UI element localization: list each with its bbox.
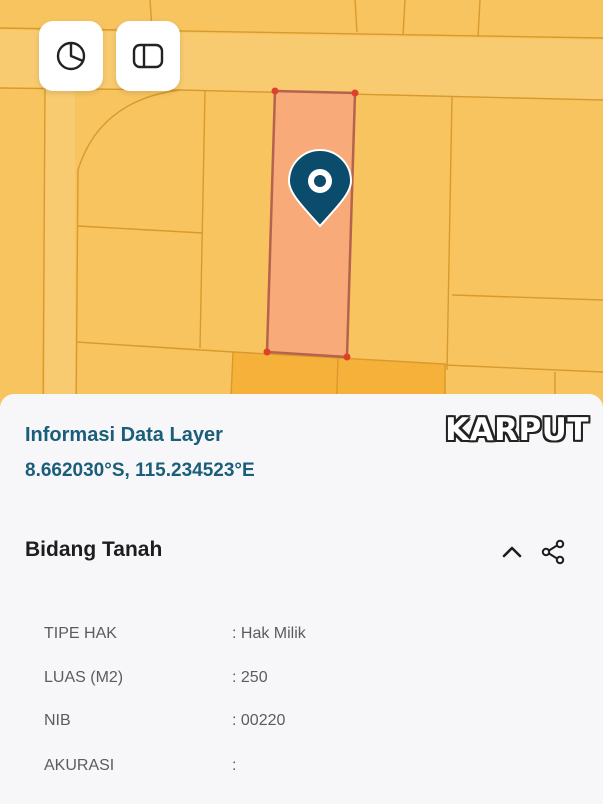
attribute-label: AKURASI	[44, 757, 115, 774]
map-view[interactable]	[0, 0, 603, 420]
collapse-button[interactable]	[497, 537, 527, 567]
attribute-label: TIPE HAK	[44, 625, 117, 642]
coordinates-text: 8.662030°S, 115.234523°E	[25, 460, 255, 481]
share-icon	[541, 539, 565, 565]
chart-pie-icon	[56, 41, 86, 71]
attribute-row: AKURASI:	[44, 757, 236, 775]
selected-parcel[interactable]	[265, 89, 357, 359]
panel-toggle-button[interactable]	[116, 21, 180, 91]
info-title: Informasi Data Layer	[25, 424, 223, 446]
section-title: Bidang Tanah	[25, 538, 163, 561]
info-sheet: Informasi Data Layer 8.662030°S, 115.234…	[0, 394, 603, 804]
statistics-button[interactable]	[39, 21, 103, 91]
panel-icon	[132, 43, 164, 69]
attribute-value: :	[232, 757, 237, 774]
road-left	[45, 90, 75, 420]
attribute-row: NIB : 00220	[44, 712, 285, 730]
watermark-logo: KARPUT	[445, 412, 589, 448]
attribute-value: : Hak Milik	[232, 625, 306, 642]
attribute-value: : 00220	[232, 712, 286, 729]
share-button[interactable]	[538, 537, 568, 567]
attribute-value: : 250	[232, 669, 268, 686]
attribute-row: LUAS (M2) : 250	[44, 669, 268, 687]
chevron-up-icon	[502, 546, 522, 558]
attribute-label: NIB	[44, 712, 71, 729]
attribute-row: TIPE HAK : Hak Milik	[44, 625, 306, 643]
attribute-label: LUAS (M2)	[44, 669, 124, 686]
